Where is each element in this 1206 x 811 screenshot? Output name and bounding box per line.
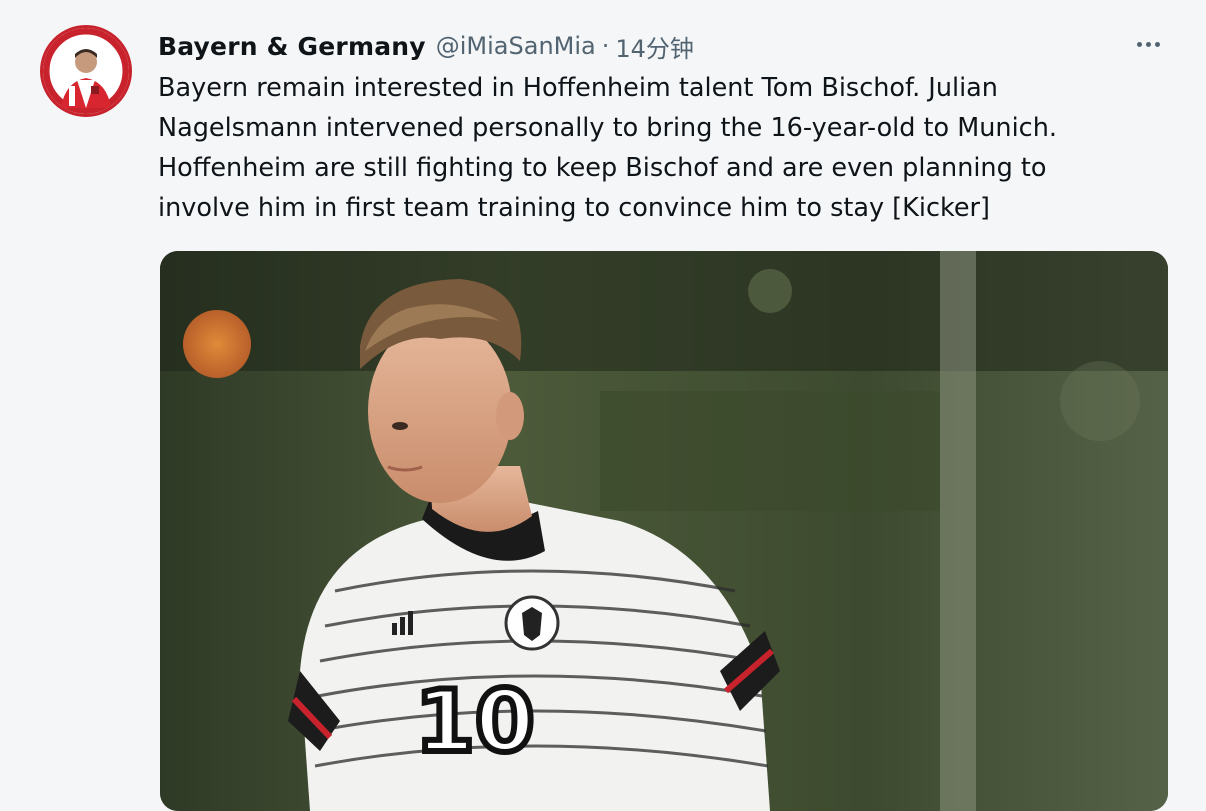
- tweet-text-line: Hoffenheim are still fighting to keep Bi…: [158, 153, 1047, 183]
- author-avatar[interactable]: [40, 25, 132, 117]
- tweet-text-line: Bayern remain interested in Hoffenheim t…: [158, 73, 998, 103]
- more-dot: [1145, 41, 1151, 47]
- timestamp[interactable]: 14分钟: [615, 29, 694, 64]
- tweet-text-line: Nagelsmann intervened personally to brin…: [158, 113, 1057, 143]
- more-options-button[interactable]: [1128, 28, 1168, 60]
- tweet-media-photo[interactable]: 10: [160, 251, 1168, 811]
- avatar-image: [43, 28, 129, 114]
- author-name[interactable]: Bayern & Germany: [158, 32, 426, 61]
- tweet-header: Bayern & Germany @iMiaSanMia · 14分钟: [158, 26, 694, 66]
- tweet-text: Bayern remain interested in Hoffenheim t…: [158, 68, 1158, 228]
- tweet-text-line: involve him in first team training to co…: [158, 193, 990, 223]
- more-dot: [1154, 41, 1160, 47]
- player-photo: 10: [160, 251, 1168, 811]
- tweet-card: Bayern & Germany @iMiaSanMia · 14分钟 Baye…: [0, 0, 1206, 811]
- shirt-number: 10: [415, 672, 535, 772]
- separator-dot: ·: [601, 32, 610, 60]
- author-handle[interactable]: @iMiaSanMia: [436, 32, 596, 60]
- more-horizontal-icon: [1136, 41, 1142, 47]
